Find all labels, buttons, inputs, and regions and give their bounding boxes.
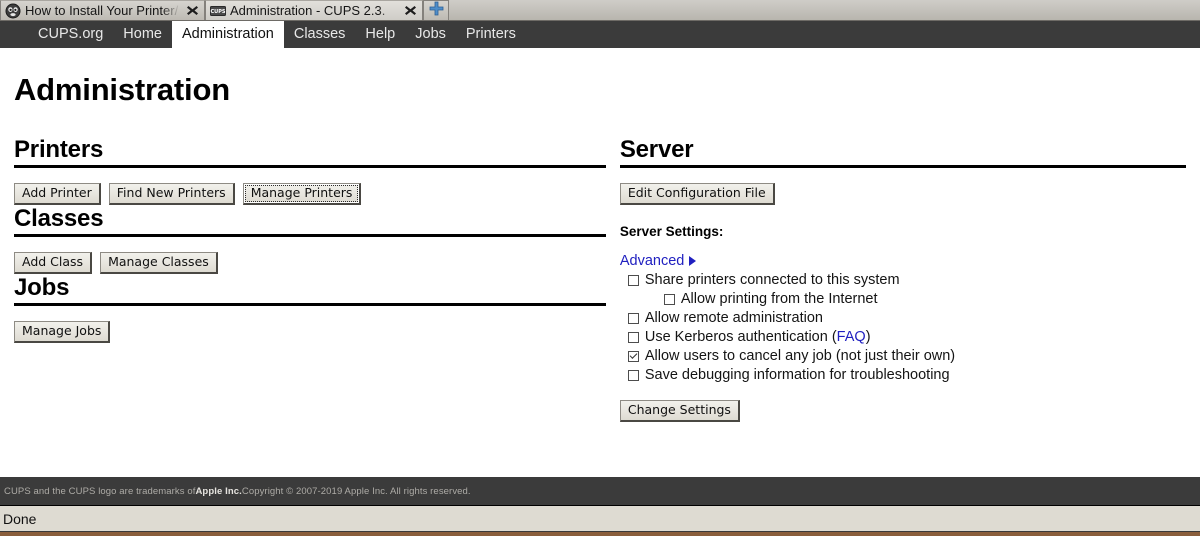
triangle-right-icon <box>689 256 697 266</box>
change-settings-row: Change Settings <box>619 400 1186 422</box>
browser-tab-title: How to Install Your Printer/ <box>25 2 179 18</box>
nav-item-classes[interactable]: Classes <box>284 21 356 48</box>
browser-tab-1[interactable]: CUPS Administration - CUPS 2.3. <box>205 0 423 20</box>
checkbox-allow-remote-administration[interactable] <box>627 313 639 324</box>
change-settings-button[interactable]: Change Settings <box>619 400 740 422</box>
setting-label-tail: ) <box>865 329 871 345</box>
nav-item-help[interactable]: Help <box>355 21 405 48</box>
new-tab-button[interactable] <box>423 0 449 20</box>
checkbox-share-printers[interactable] <box>627 275 639 286</box>
nav-item-jobs[interactable]: Jobs <box>405 21 456 48</box>
checkbox-allow-internet-printing[interactable] <box>663 294 675 305</box>
server-section-heading: Server <box>619 136 1186 168</box>
manage-printers-button[interactable]: Manage Printers <box>242 183 362 205</box>
find-new-printers-button[interactable]: Find New Printers <box>108 183 235 205</box>
footer-apple-inc: Apple Inc. <box>195 485 242 497</box>
status-text: Done <box>3 510 37 527</box>
setting-allow-cancel-any-job[interactable]: Allow users to cancel any job (not just … <box>620 347 1186 366</box>
checkbox-save-debugging-information[interactable] <box>627 370 639 381</box>
setting-label: Save debugging information for troublesh… <box>644 367 950 383</box>
close-icon[interactable] <box>184 2 201 19</box>
setting-save-debugging-information[interactable]: Save debugging information for troublesh… <box>620 366 1186 385</box>
setting-label: Allow remote administration <box>644 310 823 326</box>
close-icon[interactable] <box>402 2 419 19</box>
nav-item-printers[interactable]: Printers <box>456 21 526 48</box>
browser-tab-title: Administration - CUPS 2.3. <box>230 2 386 18</box>
server-settings-list: Share printers connected to this system … <box>620 271 1186 385</box>
left-column: Printers Add Printer Find New Printers M… <box>14 136 620 422</box>
svg-text:CUPS: CUPS <box>211 9 226 15</box>
nav-item-cups-org[interactable]: CUPS.org <box>28 21 113 48</box>
nav-item-administration[interactable]: Administration <box>171 21 284 48</box>
setting-label: Allow users to cancel any job (not just … <box>644 348 956 364</box>
advanced-label: Advanced <box>619 253 685 269</box>
setting-label: Use Kerberos authentication ( <box>644 329 837 345</box>
printers-button-row: Add Printer Find New Printers Manage Pri… <box>14 183 606 205</box>
main-content: Administration Printers Add Printer Find… <box>0 72 1200 485</box>
browser-status-bar: Done <box>0 505 1200 531</box>
add-class-button[interactable]: Add Class <box>14 252 93 274</box>
browser-tab-0[interactable]: How to Install Your Printer/ <box>0 0 205 20</box>
classes-button-row: Add Class Manage Classes <box>14 252 606 274</box>
printers-section-heading: Printers <box>14 136 606 168</box>
server-settings-label: Server Settings: <box>619 224 724 239</box>
right-column: Server Edit Configuration File Server Se… <box>619 136 1186 422</box>
setting-label: Share printers connected to this system <box>644 272 900 288</box>
faq-link[interactable]: FAQ <box>837 329 866 345</box>
page-footer: CUPS and the CUPS logo are trademarks of… <box>0 477 1200 505</box>
two-column-layout: Printers Add Printer Find New Printers M… <box>14 136 1186 422</box>
jobs-button-row: Manage Jobs <box>14 321 606 343</box>
jobs-section-heading: Jobs <box>14 274 606 306</box>
footer-text-after: Copyright © 2007-2019 Apple Inc. All rig… <box>241 485 471 497</box>
browser-tab-strip: How to Install Your Printer/ CUPS Admini… <box>0 0 1200 21</box>
checkbox-use-kerberos[interactable] <box>627 332 639 343</box>
manage-classes-button[interactable]: Manage Classes <box>100 252 218 274</box>
edit-configuration-file-button[interactable]: Edit Configuration File <box>619 183 775 205</box>
desktop-bottom-bar <box>0 531 1200 536</box>
setting-allow-remote-administration[interactable]: Allow remote administration <box>620 309 1186 328</box>
checkbox-allow-cancel-any-job[interactable] <box>627 351 639 362</box>
nav-item-home[interactable]: Home <box>113 21 172 48</box>
server-button-row: Edit Configuration File <box>619 183 1186 205</box>
add-printer-button[interactable]: Add Printer <box>14 183 101 205</box>
cups-navigation-bar: CUPS.org Home Administration Classes Hel… <box>0 21 1200 48</box>
setting-label: Allow printing from the Internet <box>680 291 878 307</box>
setting-share-printers[interactable]: Share printers connected to this system <box>620 271 1186 290</box>
page-title: Administration <box>14 72 230 107</box>
setting-allow-internet-printing[interactable]: Allow printing from the Internet <box>620 290 1186 309</box>
cups-favicon: CUPS <box>210 3 226 19</box>
plus-icon <box>429 1 444 21</box>
setting-label-group: Use Kerberos authentication (FAQ) <box>645 328 871 347</box>
setting-use-kerberos[interactable]: Use Kerberos authentication (FAQ) <box>620 328 1186 347</box>
footer-text-before: CUPS and the CUPS logo are trademarks of <box>4 485 196 497</box>
classes-section-heading: Classes <box>14 205 606 237</box>
advanced-toggle-link[interactable]: Advanced <box>620 253 697 269</box>
manage-jobs-button[interactable]: Manage Jobs <box>14 321 111 343</box>
printer-tab-icon <box>5 3 21 19</box>
